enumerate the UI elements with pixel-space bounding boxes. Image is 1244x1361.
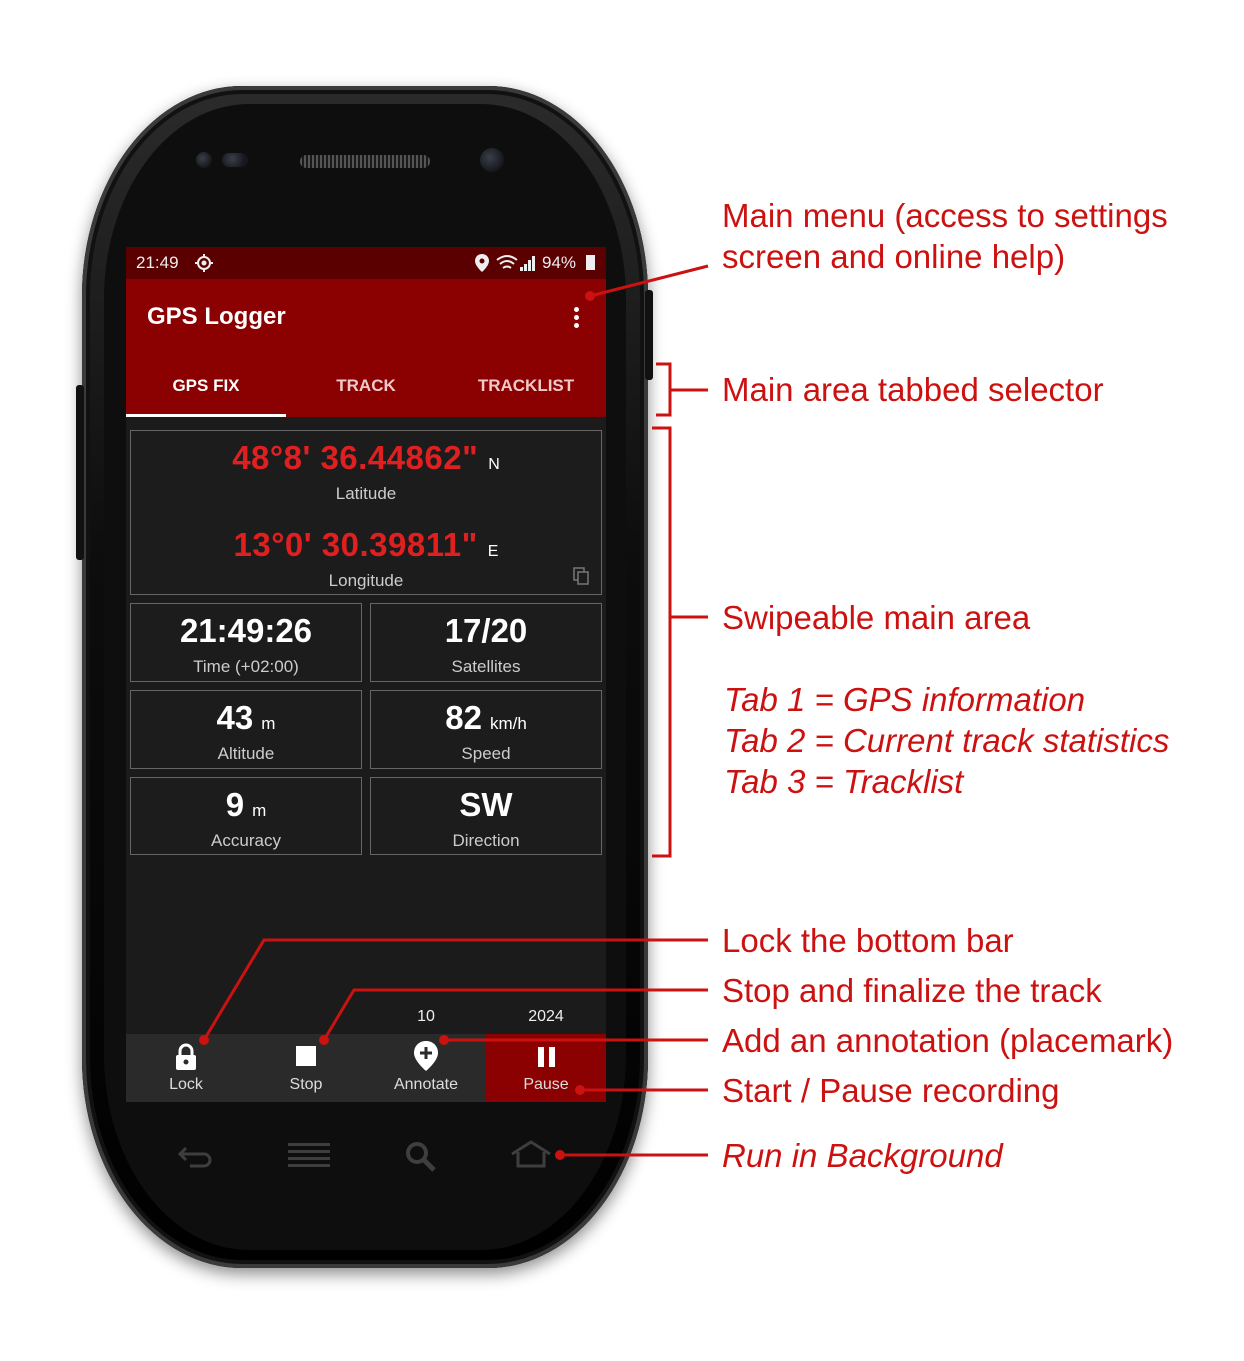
annotation-main-menu-2: screen and online help) (722, 238, 1066, 275)
annotation-tab-selector: Main area tabbed selector (722, 371, 1104, 408)
annotation-tab1: Tab 1 = GPS information (724, 681, 1086, 718)
annotation-tab2: Tab 2 = Current track statistics (724, 722, 1170, 759)
annotation-background: Run in Background (722, 1137, 1003, 1174)
annotation-stop: Stop and finalize the track (722, 972, 1102, 1009)
annotation-annotate: Add an annotation (placemark) (722, 1022, 1174, 1059)
annotation-pause: Start / Pause recording (722, 1072, 1060, 1109)
annotation-main-menu: Main menu (access to settings (722, 197, 1168, 234)
annotation-tab3: Tab 3 = Tracklist (724, 763, 964, 800)
annotation-swipe-area: Swipeable main area (722, 599, 1031, 636)
annotation-lock: Lock the bottom bar (722, 922, 1014, 959)
